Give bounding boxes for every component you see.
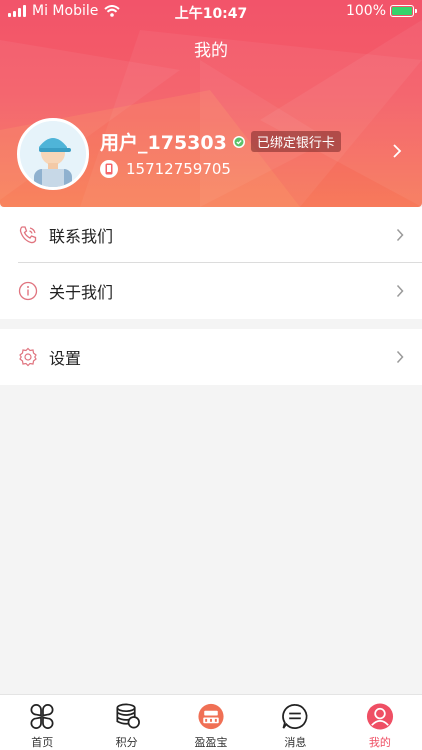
chevron-right-icon [396, 228, 404, 242]
tab-label-yingyingbao: 盈盈宝 [194, 736, 228, 749]
avatar-image [20, 121, 86, 187]
tab-messages[interactable]: 消息 [253, 695, 337, 750]
verified-icon [232, 135, 245, 148]
battery-fill [392, 7, 412, 15]
menu-group-info: 联系我们 关于我们 [0, 207, 422, 319]
mobile-phone-icon [100, 160, 118, 178]
chevron-right-icon[interactable] [392, 143, 402, 159]
tab-label-mine: 我的 [368, 736, 391, 749]
menu-label-about: 关于我们 [49, 283, 114, 302]
chevron-right-icon [396, 284, 404, 298]
menu-item-settings[interactable]: 设置 [0, 329, 422, 385]
menu-label-settings: 设置 [49, 349, 82, 368]
menu-item-contact[interactable]: 联系我们 [0, 207, 422, 263]
info-icon [18, 281, 38, 301]
yingyingbao-icon [198, 703, 224, 730]
menu-label-contact: 联系我们 [49, 227, 114, 246]
username-row: 用户_175303 已绑定银行卡 [100, 128, 341, 155]
tab-label-messages: 消息 [284, 736, 307, 749]
phone-number: 15712759705 [126, 160, 231, 178]
tab-label-points: 积分 [115, 736, 138, 749]
status-right: 100% [345, 3, 417, 19]
user-icon [366, 703, 393, 730]
tab-label-home: 首页 [31, 736, 54, 749]
tab-yingyingbao[interactable]: 盈盈宝 [169, 695, 253, 750]
coin-stack-icon [116, 703, 140, 729]
tab-points[interactable]: 积分 [84, 695, 168, 750]
menu-group-settings: 设置 [0, 329, 422, 385]
tab-home[interactable]: 首页 [0, 695, 84, 750]
username: 用户_175303 [100, 132, 227, 154]
clover-icon [30, 704, 54, 729]
profile-header: Mi Mobile 上午10:47 100% 我的 用户_175303 已绑定银… [0, 0, 422, 207]
gear-icon [19, 347, 37, 367]
page-title: 我的 [194, 41, 228, 61]
tab-bar: 首页 积分 盈盈宝 消息 我的 [0, 694, 422, 750]
battery-icon [390, 5, 417, 17]
phone-row: 15712759705 [100, 160, 231, 178]
battery-percent: 100% [345, 3, 386, 19]
avatar[interactable] [17, 118, 89, 190]
menu-item-about[interactable]: 关于我们 [0, 263, 422, 319]
chevron-right-icon [396, 350, 404, 364]
phone-icon [19, 226, 37, 244]
tab-mine[interactable]: 我的 [338, 695, 422, 750]
message-icon [282, 704, 308, 729]
status-bar: Mi Mobile 上午10:47 100% [0, 0, 422, 24]
bank-card-badge: 已绑定银行卡 [250, 131, 341, 152]
